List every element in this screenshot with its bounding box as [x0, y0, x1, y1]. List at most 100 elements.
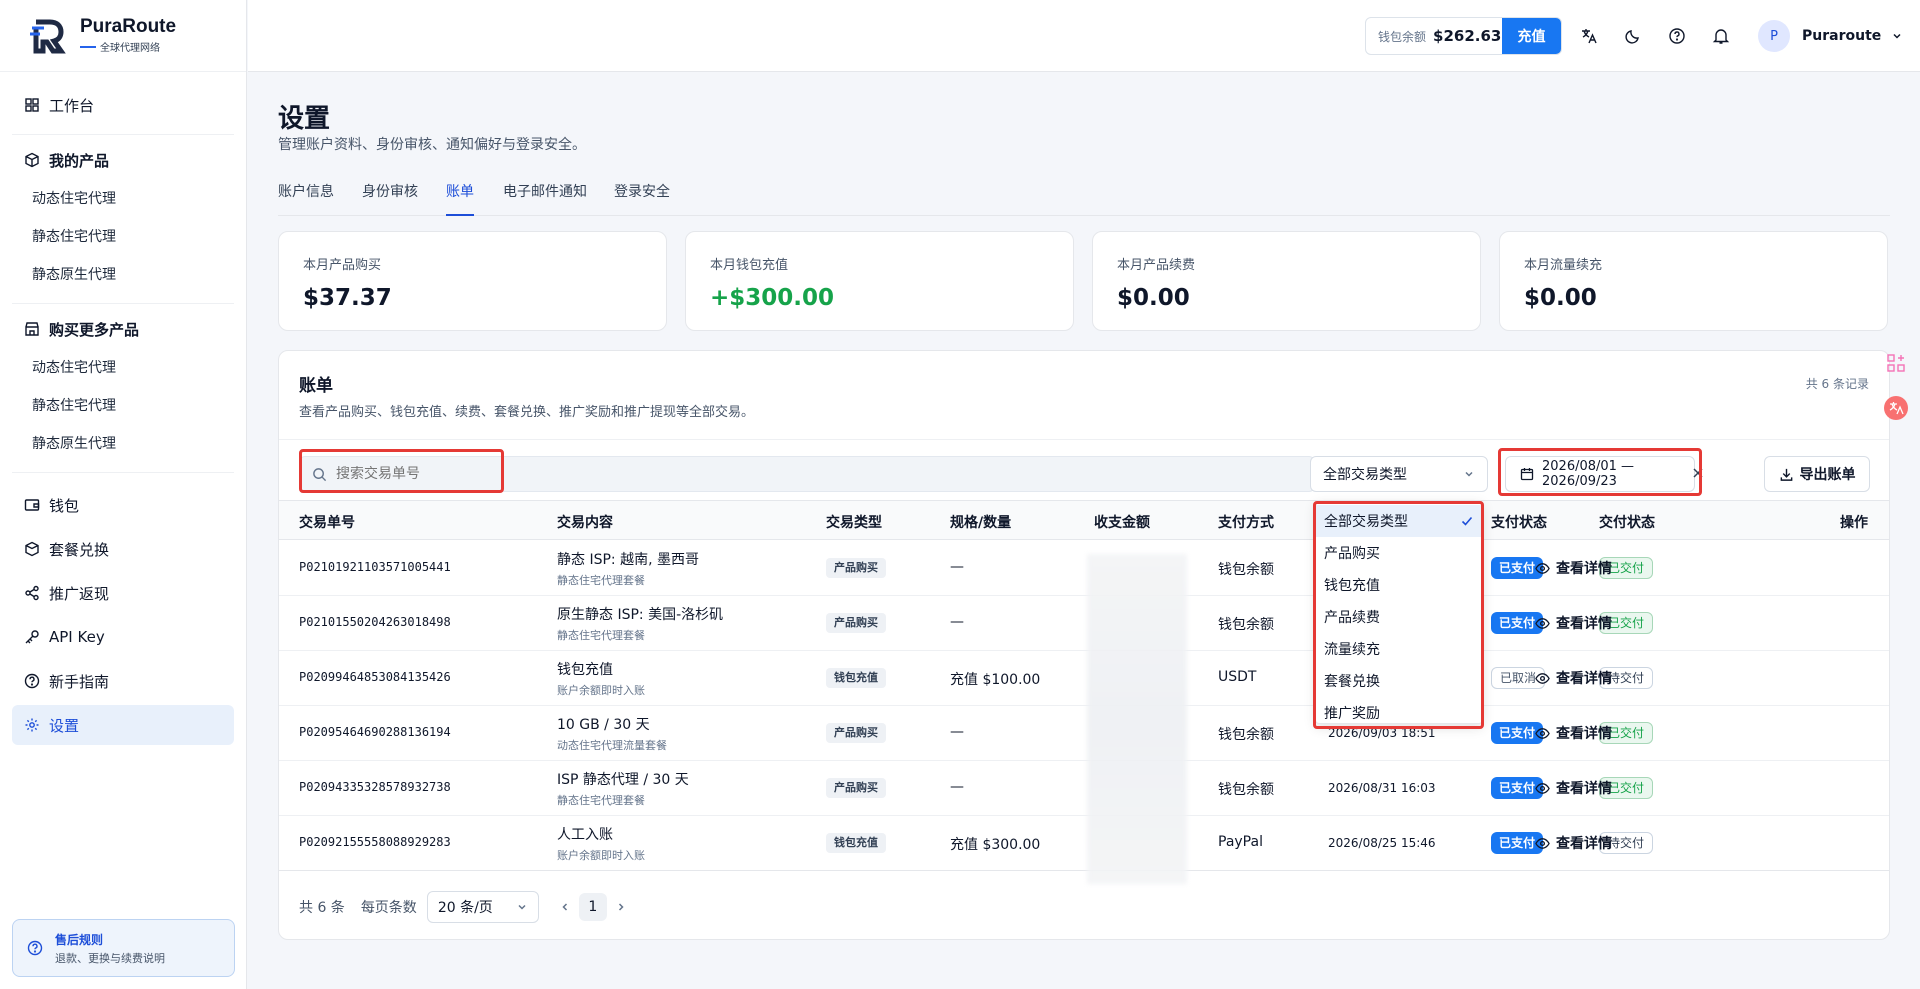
spec: 充值 $300.00 [950, 837, 1041, 853]
sidebar-section-my-products[interactable]: 我的产品 [12, 141, 234, 179]
spec: — [950, 559, 964, 575]
sidebar-section-buy-more[interactable]: 购买更多产品 [12, 310, 234, 348]
sidebar-item-referral[interactable]: 推广返现 [12, 571, 234, 615]
translate-icon[interactable] [1579, 26, 1599, 46]
view-details-link[interactable]: 查看详情 [1535, 778, 1612, 798]
wallet-balance: 钱包余额 $262.63 充值 [1365, 17, 1562, 55]
sidebar-item-wallet[interactable]: 钱包 [12, 483, 234, 527]
brand-name: PuraRoute [80, 16, 177, 37]
date-range-picker[interactable]: 2026/08/01 — 2026/09/23 [1505, 456, 1695, 492]
view-details-link[interactable]: 查看详情 [1535, 668, 1612, 688]
tab-billing[interactable]: 账单 [446, 182, 474, 216]
view-details-link[interactable]: 查看详情 [1535, 613, 1612, 633]
dropdown-option-all[interactable]: 全部交易类型 [1316, 505, 1482, 537]
page-title: 设置 [278, 104, 331, 134]
billing-title: 账单 [299, 376, 333, 396]
transaction-subcontent: 静态住宅代理套餐 [557, 794, 645, 807]
stat-value: $0.00 [1117, 285, 1190, 311]
transaction-content: ISP 静态代理 / 30 天 [557, 772, 689, 788]
sidebar-item-buy-dynamic-residential[interactable]: 动态住宅代理 [12, 348, 234, 386]
tab-email-notifications[interactable]: 电子邮件通知 [503, 182, 587, 216]
help-icon[interactable] [1667, 26, 1687, 46]
wallet-amount: $262.63 [1433, 27, 1502, 45]
pagination: 共 6 条 每页条数 20 条/页 1 [299, 891, 627, 923]
search-input[interactable] [336, 466, 936, 482]
column-header: 交易内容 [557, 515, 613, 531]
view-details-link[interactable]: 查看详情 [1535, 558, 1612, 578]
transaction-subcontent: 账户余额即时入账 [557, 684, 645, 697]
dropdown-option-product-renewal[interactable]: 产品续费 [1316, 601, 1482, 633]
widget-add-icon[interactable] [1884, 351, 1908, 375]
gear-icon [24, 717, 40, 733]
transaction-content: 原生静态 ISP: 美国-洛杉矶 [557, 607, 724, 623]
download-icon [1779, 467, 1794, 482]
sidebar-item-api-key[interactable]: API Key [12, 615, 234, 659]
dark-mode-icon[interactable] [1623, 26, 1643, 46]
after-sale-rules-card[interactable]: 售后规则 退款、更换与续费说明 [12, 919, 235, 977]
page-number[interactable]: 1 [578, 893, 607, 921]
user-menu[interactable]: P Puraroute [1758, 20, 1903, 52]
bell-icon[interactable] [1711, 26, 1731, 46]
per-page-label: 每页条数 [360, 900, 417, 916]
dropdown-option-product-purchase[interactable]: 产品购买 [1316, 537, 1482, 569]
chevron-right-icon[interactable] [615, 901, 627, 913]
stat-label: 本月产品购买 [303, 258, 382, 273]
dropdown-option-package-redeem[interactable]: 套餐兑换 [1316, 665, 1482, 697]
stat-label: 本月产品续费 [1117, 258, 1196, 273]
recharge-button[interactable]: 充值 [1502, 18, 1561, 54]
view-details-link[interactable]: 查看详情 [1535, 833, 1612, 853]
check-icon [1460, 514, 1474, 528]
type-badge: 产品购买 [826, 778, 886, 798]
select-value: 全部交易类型 [1323, 467, 1407, 483]
grid-icon [24, 97, 40, 113]
stat-value: $0.00 [1524, 285, 1597, 311]
sidebar-item-static-native[interactable]: 静态原生代理 [12, 255, 234, 293]
record-count: 共 6 条记录 [1805, 377, 1869, 391]
transaction-content: 人工入账 [557, 827, 613, 843]
table-row: P02092155558088929283 人工入账 账户余额即时入账 钱包充值… [279, 816, 1889, 871]
type-badge: 产品购买 [826, 558, 886, 578]
clear-date-icon[interactable] [1690, 465, 1706, 481]
export-button[interactable]: 导出账单 [1764, 456, 1870, 492]
logo[interactable]: PuraRoute 全球代理网络 [0, 0, 246, 72]
sidebar-item-label: 钱包 [49, 496, 80, 515]
column-header: 支付方式 [1218, 515, 1274, 531]
sidebar-item-settings[interactable]: 设置 [12, 705, 234, 745]
sidebar-item-guide[interactable]: 新手指南 [12, 659, 234, 703]
billing-card: 账单 查看产品购买、钱包充值、续费、套餐兑换、推广奖励和推广提现等全部交易。 共… [278, 350, 1890, 940]
settings-tabs: 账户信息 身份审核 账单 电子邮件通知 登录安全 [278, 182, 1890, 216]
wallet-icon [24, 497, 40, 513]
sidebar-item-redeem[interactable]: 套餐兑换 [12, 527, 234, 571]
sidebar-item-label: 工作台 [49, 96, 95, 115]
translate-widget-icon[interactable] [1884, 396, 1908, 420]
transaction-type-select[interactable]: 全部交易类型 [1310, 456, 1488, 492]
sidebar-item-buy-static-native[interactable]: 静态原生代理 [12, 424, 234, 462]
per-page-select[interactable]: 20 条/页 [426, 891, 539, 923]
column-header: 操作 [1840, 515, 1868, 531]
tab-account-info[interactable]: 账户信息 [278, 182, 334, 216]
sidebar-item-static-residential[interactable]: 静态住宅代理 [12, 217, 234, 255]
dropdown-option-traffic-topup[interactable]: 流量续充 [1316, 633, 1482, 665]
payment-method: 钱包余额 [1218, 782, 1274, 798]
tab-identity-review[interactable]: 身份审核 [362, 182, 418, 216]
tab-login-security[interactable]: 登录安全 [614, 182, 670, 216]
transaction-subcontent: 账户余额即时入账 [557, 849, 645, 862]
view-details-link[interactable]: 查看详情 [1535, 723, 1612, 743]
transaction-id: P02095464690288136194 [299, 725, 451, 739]
dropdown-option-wallet-recharge[interactable]: 钱包充值 [1316, 569, 1482, 601]
spec: 充值 $100.00 [950, 672, 1041, 688]
after-sale-desc: 退款、更换与续费说明 [55, 951, 165, 965]
chevron-left-icon[interactable] [559, 901, 571, 913]
section-title: 我的产品 [49, 151, 110, 170]
sidebar-item-dynamic-residential[interactable]: 动态住宅代理 [12, 179, 234, 217]
wallet-label: 钱包余额 [1378, 29, 1427, 44]
dropdown-option-referral-reward[interactable]: 推广奖励 [1316, 697, 1482, 729]
sidebar-item-buy-static-residential[interactable]: 静态住宅代理 [12, 386, 234, 424]
stat-card-product-purchase: 本月产品购买 $37.37 [278, 231, 667, 331]
sidebar-item-dashboard[interactable]: 工作台 [12, 86, 234, 124]
eye-icon [1535, 836, 1550, 851]
type-badge: 钱包充值 [826, 668, 886, 688]
sidebar-item-label: API Key [49, 628, 105, 646]
details-label: 查看详情 [1556, 616, 1612, 632]
type-badge: 产品购买 [826, 613, 886, 633]
